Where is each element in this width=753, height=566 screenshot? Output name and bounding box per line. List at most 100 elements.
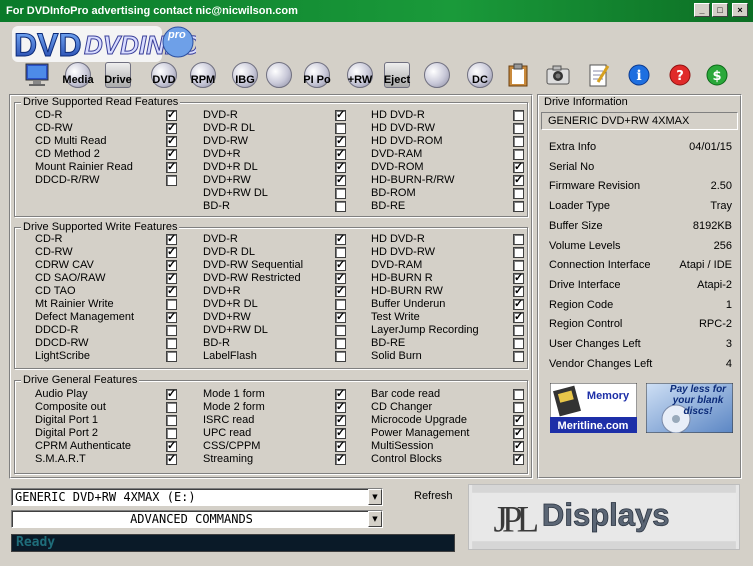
- feature-checkbox[interactable]: [513, 110, 524, 121]
- feature-checkbox[interactable]: [166, 175, 177, 186]
- rpm-button[interactable]: RPM: [183, 62, 223, 90]
- feature-checkbox[interactable]: [335, 271, 346, 284]
- feature-checkbox[interactable]: [513, 260, 524, 271]
- eject-button[interactable]: Eject: [377, 62, 417, 90]
- feature-checkbox[interactable]: [335, 387, 346, 400]
- feature-checkbox[interactable]: [335, 188, 346, 199]
- feature-checkbox[interactable]: [166, 310, 177, 323]
- info-icon[interactable]: i: [626, 62, 652, 88]
- feature-checkbox[interactable]: [513, 284, 524, 297]
- meritline-ad[interactable]: Memory Meritline.com: [550, 383, 637, 433]
- feature-checkbox[interactable]: [335, 201, 346, 212]
- feature-checkbox[interactable]: [166, 299, 177, 310]
- feature-checkbox[interactable]: [513, 201, 524, 212]
- feature-checkbox[interactable]: [335, 325, 346, 336]
- feature-checkbox[interactable]: [513, 123, 524, 134]
- jpl-displays-ad[interactable]: JPL Displays: [468, 484, 740, 550]
- chevron-down-icon[interactable]: ▼: [368, 511, 382, 527]
- feature-checkbox[interactable]: [166, 284, 177, 297]
- advanced-commands-select[interactable]: ADVANCED COMMANDS ▼: [11, 510, 383, 528]
- feature-checkbox[interactable]: [513, 325, 524, 336]
- feature-checkbox[interactable]: [513, 439, 524, 452]
- feature-checkbox[interactable]: [166, 258, 177, 271]
- feature-checkbox[interactable]: [166, 439, 177, 452]
- feature-checkbox[interactable]: [513, 389, 524, 400]
- feature-checkbox[interactable]: [335, 452, 346, 465]
- feature-checkbox[interactable]: [513, 188, 524, 199]
- feature-checkbox[interactable]: [513, 297, 524, 310]
- media-button[interactable]: Media: [58, 62, 98, 90]
- feature-checkbox[interactable]: [513, 338, 524, 349]
- feature-checkbox[interactable]: [166, 160, 177, 173]
- feature-label: CD Changer: [371, 401, 433, 413]
- help-icon[interactable]: ?: [667, 62, 693, 88]
- close-button[interactable]: ×: [732, 3, 748, 17]
- feature-checkbox[interactable]: [335, 426, 346, 439]
- drive-select[interactable]: GENERIC DVD+RW 4XMAX (E:) ▼: [11, 488, 383, 506]
- dvd-button[interactable]: DVD: [144, 62, 184, 90]
- feature-checkbox[interactable]: [335, 173, 346, 186]
- feature-checkbox[interactable]: [513, 173, 524, 186]
- feature-checkbox[interactable]: [166, 108, 177, 121]
- feature-checkbox[interactable]: [335, 400, 346, 413]
- feature-checkbox[interactable]: [335, 258, 346, 271]
- feature-checkbox[interactable]: [335, 299, 346, 310]
- feature-checkbox[interactable]: [166, 245, 177, 258]
- feature-checkbox[interactable]: [335, 351, 346, 362]
- feature-checkbox[interactable]: [513, 452, 524, 465]
- feature-checkbox[interactable]: [335, 160, 346, 173]
- feature-checkbox[interactable]: [513, 402, 524, 413]
- feature-checkbox[interactable]: [335, 247, 346, 258]
- feature-checkbox[interactable]: [513, 136, 524, 147]
- feature-checkbox[interactable]: [335, 413, 346, 426]
- feature-checkbox[interactable]: [513, 413, 524, 426]
- maximize-button[interactable]: □: [712, 3, 728, 17]
- blank-discs-ad[interactable]: Pay less for your blank discs!: [646, 383, 733, 433]
- feature-checkbox[interactable]: [166, 415, 177, 426]
- pipo-button[interactable]: PI Po: [297, 62, 337, 90]
- drive-button[interactable]: Drive: [98, 62, 138, 90]
- feature-checkbox[interactable]: [513, 310, 524, 323]
- feature-checkbox[interactable]: [335, 310, 346, 323]
- feature-checkbox[interactable]: [166, 271, 177, 284]
- tools-button[interactable]: [417, 62, 457, 90]
- feature-checkbox[interactable]: [335, 284, 346, 297]
- feature-checkbox[interactable]: [166, 232, 177, 245]
- scan-button[interactable]: [259, 62, 299, 90]
- feature-checkbox[interactable]: [166, 452, 177, 465]
- feature-checkbox[interactable]: [335, 147, 346, 160]
- feature-checkbox[interactable]: [513, 234, 524, 245]
- feature-checkbox[interactable]: [166, 134, 177, 147]
- feature-checkbox[interactable]: [166, 338, 177, 349]
- plus-rw-button[interactable]: +RW: [340, 62, 380, 90]
- chevron-down-icon[interactable]: ▼: [368, 489, 382, 505]
- feature-checkbox[interactable]: [166, 428, 177, 439]
- feature-checkbox[interactable]: [166, 121, 177, 134]
- dollar-icon[interactable]: $: [704, 62, 730, 88]
- feature-label: Digital Port 2: [35, 427, 98, 439]
- refresh-button[interactable]: Refresh: [414, 490, 453, 502]
- feature-checkbox[interactable]: [335, 123, 346, 134]
- feature-checkbox[interactable]: [513, 160, 524, 173]
- feature-checkbox[interactable]: [166, 387, 177, 400]
- feature-checkbox[interactable]: [335, 108, 346, 121]
- feature-checkbox[interactable]: [166, 147, 177, 160]
- feature-checkbox[interactable]: [513, 247, 524, 258]
- camera-icon[interactable]: [545, 62, 571, 88]
- minimize-button[interactable]: _: [694, 3, 710, 17]
- feature-checkbox[interactable]: [335, 338, 346, 349]
- feature-checkbox[interactable]: [335, 134, 346, 147]
- feature-checkbox[interactable]: [513, 149, 524, 160]
- feature-checkbox[interactable]: [166, 402, 177, 413]
- notepad-icon[interactable]: [586, 62, 612, 88]
- feature-checkbox[interactable]: [513, 351, 524, 362]
- clipboard-icon[interactable]: [505, 62, 531, 88]
- feature-checkbox[interactable]: [335, 232, 346, 245]
- monitor-icon[interactable]: [24, 62, 50, 88]
- feature-checkbox[interactable]: [166, 351, 177, 362]
- dc-button[interactable]: DC: [460, 62, 500, 90]
- feature-checkbox[interactable]: [335, 439, 346, 452]
- feature-checkbox[interactable]: [513, 271, 524, 284]
- feature-checkbox[interactable]: [513, 426, 524, 439]
- feature-checkbox[interactable]: [166, 325, 177, 336]
